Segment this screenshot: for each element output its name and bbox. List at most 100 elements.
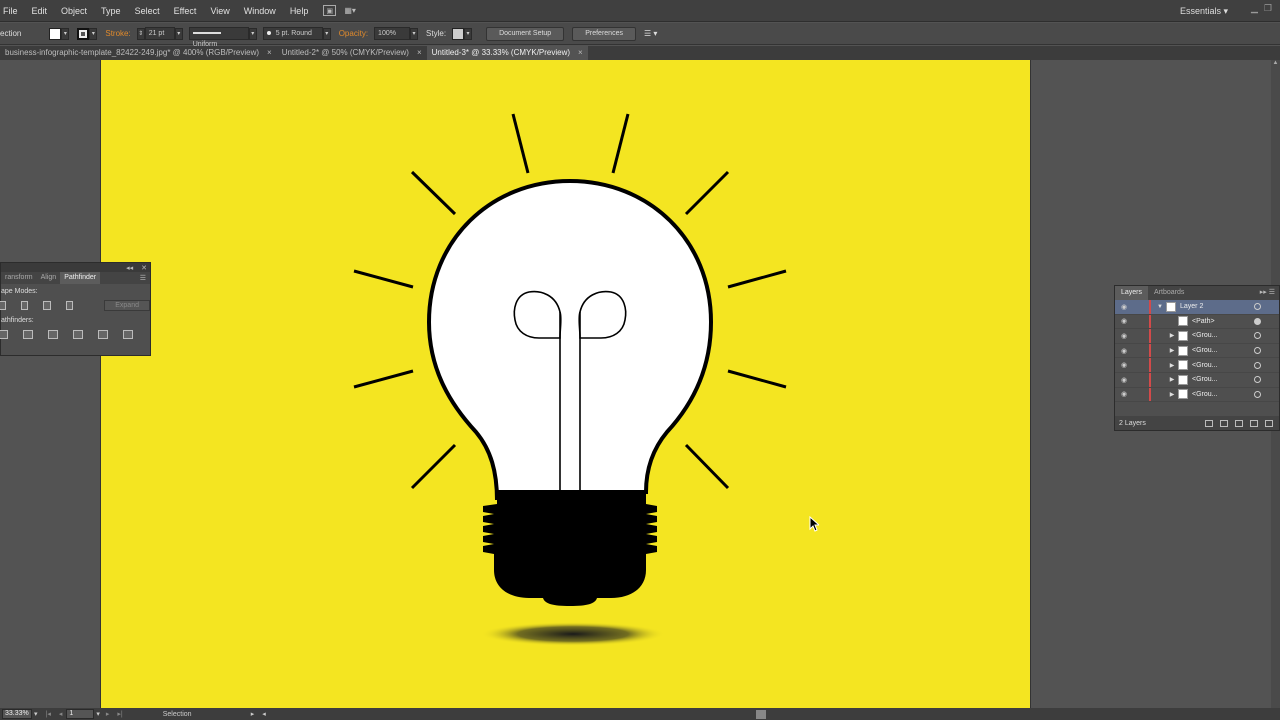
artboard-dropdown-icon[interactable]: ▾ <box>96 710 100 718</box>
panel-menu-icon[interactable]: ☰ <box>140 274 146 282</box>
last-artboard-icon[interactable]: ▸| <box>117 710 122 718</box>
expand-button[interactable]: Expand <box>104 299 150 311</box>
layer-row[interactable]: ◉ ▶ <Grou... <box>1115 387 1279 403</box>
layer-name[interactable]: <Grou... <box>1192 362 1254 369</box>
brush-definition[interactable]: 5 pt. Round <box>262 27 323 40</box>
close-icon[interactable]: × <box>267 46 272 60</box>
menu-effect[interactable]: Effect <box>167 0 204 22</box>
visibility-eye-icon[interactable]: ◉ <box>1121 303 1131 311</box>
layer-row[interactable]: ◉ ▼ Layer 2 <box>1115 300 1279 315</box>
restore-icon[interactable]: ❐ <box>1264 3 1272 14</box>
unite-icon[interactable] <box>0 300 6 310</box>
disclosure-triangle-icon[interactable]: ▶ <box>1166 347 1178 354</box>
trash-icon[interactable] <box>1265 419 1273 427</box>
locate-object-icon[interactable] <box>1205 419 1213 427</box>
profile-dropdown-icon[interactable]: ▾ <box>248 27 257 40</box>
bridge-icon[interactable]: ▣ <box>323 5 337 16</box>
arrange-documents-icon[interactable]: ▦▾ <box>344 5 366 16</box>
opacity-dropdown-icon[interactable]: ▾ <box>410 27 419 40</box>
minimize-icon[interactable]: ▁ <box>1251 3 1258 14</box>
new-layer-icon[interactable] <box>1250 419 1258 427</box>
target-icon[interactable] <box>1254 317 1261 325</box>
trim-icon[interactable] <box>23 329 33 339</box>
target-icon[interactable] <box>1254 347 1261 355</box>
visibility-eye-icon[interactable]: ◉ <box>1121 376 1131 384</box>
outline-icon[interactable] <box>98 329 108 339</box>
tab-align[interactable]: Align <box>37 272 61 284</box>
close-icon[interactable]: × <box>417 46 422 60</box>
disclosure-triangle-icon[interactable]: ▶ <box>1166 391 1178 398</box>
fill-dropdown-icon[interactable]: ▾ <box>61 27 70 40</box>
layer-name[interactable]: <Grou... <box>1192 347 1254 354</box>
document-setup-button[interactable]: Document Setup <box>486 26 565 41</box>
status-menu-icon[interactable]: ▸ <box>251 710 255 718</box>
brush-dropdown-icon[interactable]: ▾ <box>322 27 331 40</box>
panel-menu-icon[interactable]: ▸▸ ☰ <box>1260 288 1275 296</box>
menu-window[interactable]: Window <box>237 0 283 22</box>
opacity-field[interactable]: 100% <box>374 27 411 40</box>
close-icon[interactable]: ✕ <box>141 264 147 272</box>
target-icon[interactable] <box>1254 361 1261 369</box>
menu-select[interactable]: Select <box>128 0 167 22</box>
stroke-weight-dropdown-icon[interactable]: ▾ <box>174 27 183 40</box>
visibility-eye-icon[interactable]: ◉ <box>1121 361 1131 369</box>
layer-row[interactable]: ◉ ▶ <Grou... <box>1115 372 1279 388</box>
stroke-dropdown-icon[interactable]: ▾ <box>89 27 98 40</box>
menu-help[interactable]: Help <box>283 0 316 22</box>
fill-swatch[interactable] <box>49 27 62 40</box>
menu-type[interactable]: Type <box>94 0 128 22</box>
target-icon[interactable] <box>1254 390 1261 398</box>
disclosure-triangle-icon[interactable]: ▶ <box>1166 376 1178 383</box>
zoom-field[interactable]: 33.33% <box>2 709 32 719</box>
tab-transform[interactable]: ransform <box>1 272 37 284</box>
disclosure-triangle-icon[interactable]: ▼ <box>1154 304 1166 310</box>
lightbulb-illustration[interactable] <box>101 60 1031 708</box>
layer-row[interactable]: ◉ ▶ <Grou... <box>1115 329 1279 344</box>
visibility-eye-icon[interactable]: ◉ <box>1121 317 1131 325</box>
tab-untitled-2[interactable]: Untitled-2* @ 50% (CMYK/Preview) × <box>277 46 427 60</box>
tab-untitled-3[interactable]: Untitled-3* @ 33.33% (CMYK/Preview) × <box>426 46 588 60</box>
stroke-stepper-icon[interactable]: ⇕ <box>136 27 145 40</box>
tab-layers[interactable]: Layers <box>1115 286 1149 300</box>
variable-width-profile[interactable]: Uniform <box>188 27 249 48</box>
minus-front-icon[interactable] <box>20 300 29 310</box>
artboard[interactable] <box>100 60 1031 708</box>
horizontal-scroll-thumb[interactable] <box>755 709 766 719</box>
artboard-number-field[interactable]: 1 <box>66 709 95 719</box>
scroll-left-icon[interactable]: ◂ <box>262 710 266 718</box>
close-icon[interactable]: × <box>578 46 583 60</box>
merge-icon[interactable] <box>48 329 58 339</box>
layer-row[interactable]: ◉ ▶ <Grou... <box>1115 343 1279 359</box>
scroll-up-icon[interactable]: ▲ <box>1271 60 1280 66</box>
workspace-switcher[interactable]: Essentials ▾ <box>1180 0 1228 22</box>
stroke-label[interactable]: Stroke: <box>105 29 130 38</box>
pathfinder-panel-header[interactable]: ◂◂ ✕ <box>1 263 150 272</box>
layer-name[interactable]: <Grou... <box>1192 332 1254 339</box>
layer-name[interactable]: <Grou... <box>1192 376 1254 383</box>
layer-name[interactable]: <Path> <box>1192 318 1254 325</box>
exclude-icon[interactable] <box>65 300 74 310</box>
visibility-eye-icon[interactable]: ◉ <box>1121 347 1131 355</box>
visibility-eye-icon[interactable]: ◉ <box>1121 390 1131 398</box>
layer-name[interactable]: Layer 2 <box>1180 303 1254 310</box>
zoom-dropdown-icon[interactable]: ▾ <box>34 710 38 718</box>
style-dropdown-icon[interactable]: ▾ <box>464 27 473 40</box>
first-artboard-icon[interactable]: |◂ <box>46 710 51 718</box>
intersect-icon[interactable] <box>43 300 51 310</box>
clipping-mask-icon[interactable] <box>1220 419 1228 427</box>
tab-business-infographic[interactable]: business-infographic-template_82422-249.… <box>0 46 277 60</box>
target-icon[interactable] <box>1254 376 1261 384</box>
disclosure-triangle-icon[interactable]: ▶ <box>1166 332 1178 339</box>
crop-icon[interactable] <box>73 329 83 339</box>
minus-back-icon[interactable] <box>123 329 133 339</box>
next-artboard-icon[interactable]: ▸ <box>106 710 110 718</box>
target-icon[interactable] <box>1254 332 1261 340</box>
arrange-icon[interactable]: ☰ ▾ <box>644 29 657 38</box>
layer-row[interactable]: ◉ ▶ <Grou... <box>1115 358 1279 373</box>
menu-file[interactable]: File <box>0 0 25 22</box>
visibility-eye-icon[interactable]: ◉ <box>1121 332 1131 340</box>
menu-view[interactable]: View <box>203 0 236 22</box>
layer-name[interactable]: <Grou... <box>1192 391 1254 398</box>
prev-artboard-icon[interactable]: ◂ <box>59 710 63 718</box>
target-icon[interactable] <box>1254 303 1261 311</box>
